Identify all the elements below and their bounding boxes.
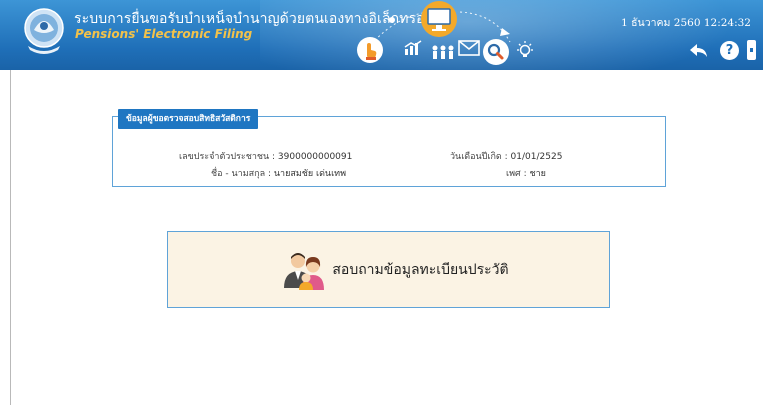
inquire-registration-label: สอบถามข้อมูลทะเบียนประวัติ <box>332 261 509 278</box>
birth-date-value: 01/01/2525 <box>510 152 563 162</box>
sex-row: เพศ : ชาย <box>506 166 546 180</box>
full-name-row: ชื่อ - นามสกุล : นายสมชัย เด่นเทพ <box>211 166 346 180</box>
inquire-registration-content: สอบถามข้อมูลทะเบียนประวัติ <box>282 250 509 290</box>
citizen-id-value: 3900000000091 <box>277 152 353 162</box>
back-arrow-icon[interactable] <box>689 42 709 60</box>
sex-label: เพศ : <box>506 169 527 179</box>
citizen-id-row: เลขประจำตัวประชาชน : 3900000000091 <box>179 149 352 163</box>
main-content: ข้อมูลผู้ขอตรวจสอบสิทธิสวัสดิการ เลขประจ… <box>10 70 763 405</box>
help-button[interactable]: ? <box>720 41 739 60</box>
app-title-english: Pensions' Electronic Filing <box>75 27 253 41</box>
inquire-registration-button[interactable]: สอบถามข้อมูลทะเบียนประวัติ <box>167 231 610 308</box>
sex-value: ชาย <box>529 169 546 179</box>
lightbulb-icon[interactable] <box>514 40 536 62</box>
citizen-id-label: เลขประจำตัวประชาชน : <box>179 152 276 162</box>
app-header: ระบบการยื่นขอรับบำเหน็จบำนาญด้วยตนเองทาง… <box>0 0 763 70</box>
magnifier-icon[interactable] <box>482 38 510 66</box>
info-panel-legend: ข้อมูลผู้ขอตรวจสอบสิทธิสวัสดิการ <box>118 109 259 129</box>
full-name-label: ชื่อ - นามสกุล : <box>211 169 271 179</box>
chart-icon[interactable] <box>404 40 422 56</box>
monitor-icon[interactable] <box>420 0 458 42</box>
logo-emblem-icon <box>24 8 64 54</box>
current-datetime: 1 ธันวาคม 2560 12:24:32 <box>621 17 751 29</box>
mail-icon[interactable] <box>458 40 480 56</box>
people-group-icon[interactable] <box>431 44 455 60</box>
birth-date-label: วันเดือนปีเกิด : <box>450 152 508 162</box>
full-name-value: นายสมชัย เด่นเทพ <box>273 169 347 179</box>
birth-date-row: วันเดือนปีเกิด : 01/01/2525 <box>450 149 562 163</box>
people-icon <box>284 252 325 290</box>
exit-door-icon[interactable] <box>747 40 756 60</box>
applicant-info-panel: ข้อมูลผู้ขอตรวจสอบสิทธิสวัสดิการ เลขประจ… <box>112 109 666 187</box>
hand-touch-icon[interactable] <box>356 36 384 64</box>
